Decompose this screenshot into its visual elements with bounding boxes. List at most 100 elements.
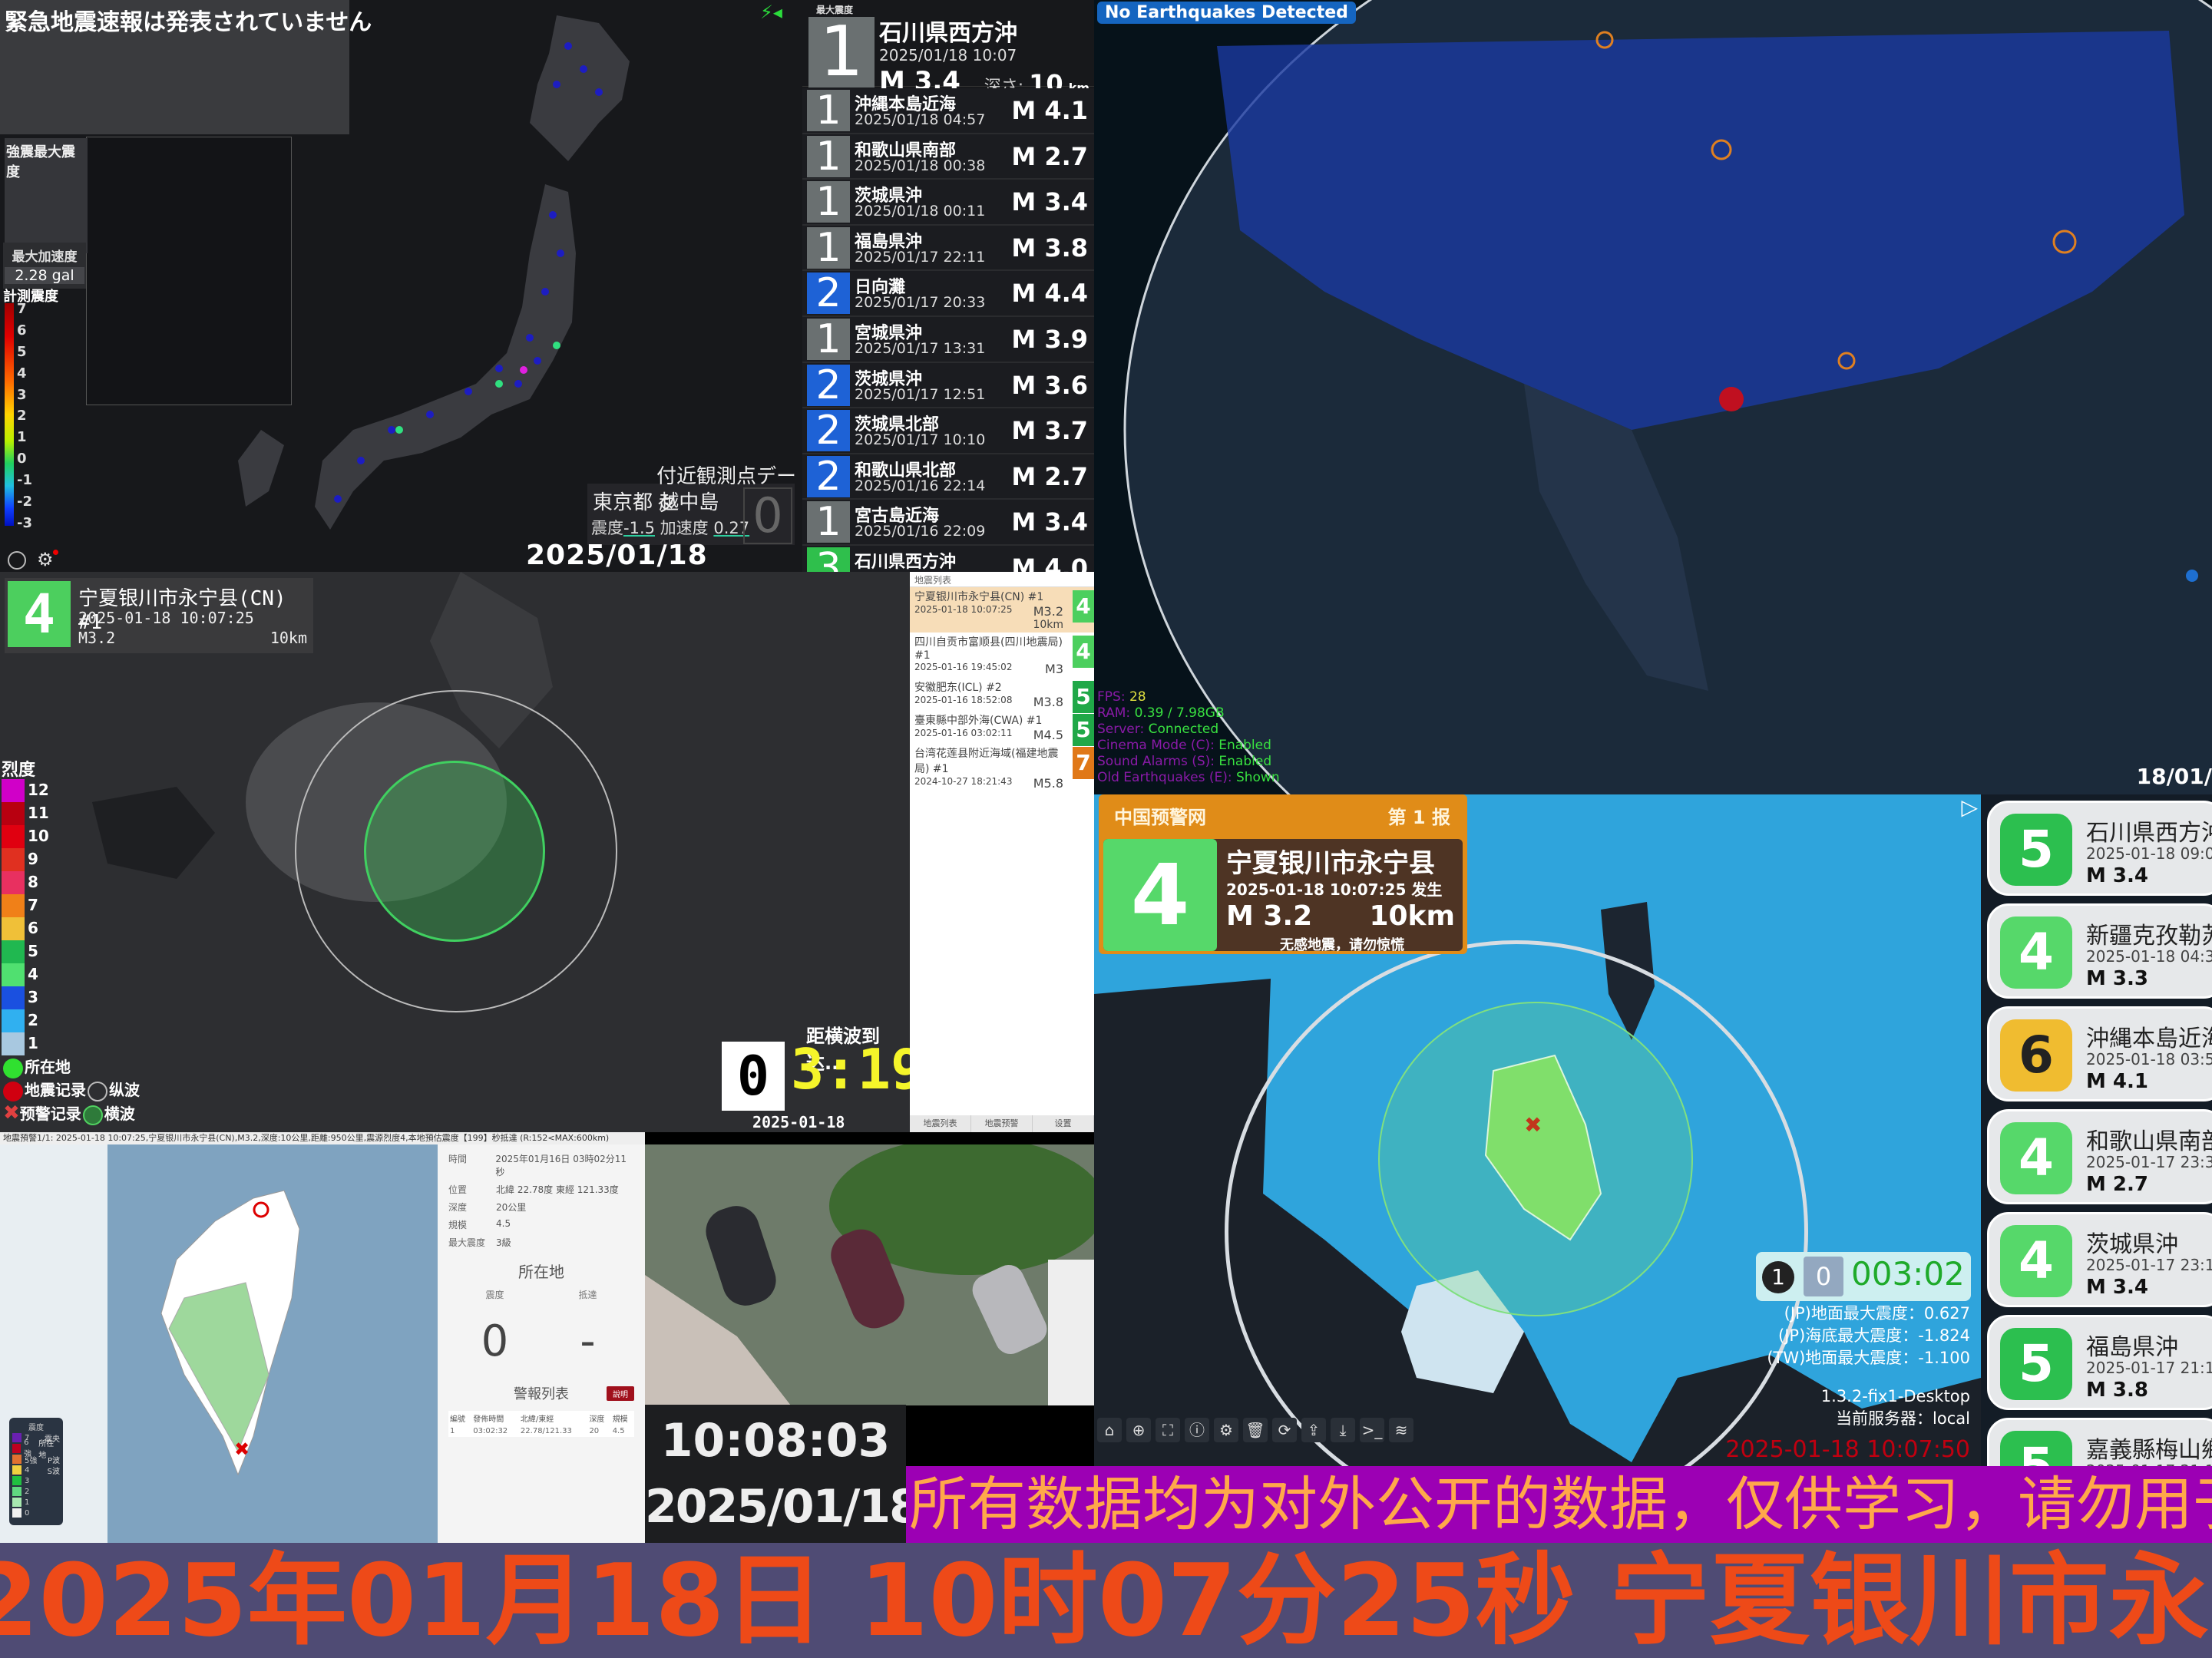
intensity-badge: 5 — [2000, 1328, 2072, 1400]
legend-level: 5 — [28, 942, 38, 960]
intensity-badge: 1 — [807, 135, 850, 177]
legend-swatch — [12, 1465, 21, 1475]
eew-magnitude: M 3.2 — [1226, 900, 1313, 932]
home-icon[interactable]: ⌂ — [1097, 1418, 1122, 1442]
gear-icon[interactable]: ⚙ — [37, 550, 58, 570]
detail-value: 3級 — [496, 1237, 511, 1248]
stat-value: Enabled — [1218, 738, 1271, 753]
column-header: 編號 — [450, 1415, 465, 1424]
table-cell: 4.5 — [612, 1427, 625, 1435]
max-acceleration-box: 最大加速度 2.28 gal — [3, 243, 86, 289]
quake-row[interactable]: 1 宮古島近海 2025/01/16 22:09 M 3.4 — [802, 500, 1094, 546]
trash-icon[interactable]: 🗑 — [1243, 1418, 1268, 1442]
eew-list-item[interactable]: 6 沖縄本島近海 2025-01-18 03:58 M 4.1 — [1987, 1006, 2212, 1101]
china-eew-map[interactable]: ✖ 中国预警网 第 1 报 4 宁夏银川市永宁县 2025-01-18 10:0… — [1094, 794, 1981, 1466]
quake-row[interactable]: 1 宮城県沖 2025/01/17 13:31 M 3.9 — [802, 316, 1094, 363]
quake-row[interactable]: 1 福島県沖 2025/01/17 22:11 M 3.8 — [802, 225, 1094, 272]
help-button[interactable]: 說明 — [607, 1386, 634, 1401]
table-cell: 22.78/121.33 — [520, 1427, 572, 1435]
stat-line: Old Earthquakes (E): Shown — [1097, 770, 1280, 786]
locate-icon[interactable]: ⊕ — [1126, 1418, 1151, 1442]
quake-row[interactable]: 1 沖縄本島近海 2025/01/18 04:57 M 4.1 — [802, 88, 1094, 134]
legend-level: 12 — [28, 781, 49, 799]
jp-quake-list: 最大震度 1 石川県西方沖 2025/01/18 10:07 M 3.4 深さ:… — [802, 0, 1094, 572]
detail-row: 位置 北緯 22.78度 東經 121.33度 — [448, 1183, 634, 1196]
legend-swatch — [12, 1498, 21, 1507]
server-info: 当前服务器：local — [1836, 1409, 1970, 1428]
key-quake-record: 地震记录 纵波 — [3, 1078, 140, 1101]
eew-list-item[interactable]: 4 茨城県沖 2025-01-17 23:11 M 3.4 — [1987, 1212, 2212, 1307]
detail-key: 時間 — [448, 1154, 468, 1164]
quake-name: 茨城県沖 — [2086, 1231, 2178, 1258]
quake-row[interactable]: 1 和歌山県南部 2025/01/18 00:38 M 2.7 — [802, 134, 1094, 180]
cn-quake-map[interactable]: 4 宁夏银川市永宁县(CN) #1 2025-01-18 10:07:25 M3… — [0, 572, 910, 1132]
scale-tick: -3 — [17, 514, 32, 531]
tab-0[interactable]: 地震列表 — [910, 1115, 971, 1132]
cn-quake-card[interactable]: 4 宁夏银川市永宁县(CN) #1 2025-01-18 10:07:25 M3… — [5, 578, 313, 653]
eew-list-item[interactable]: 5 福島県沖 2025-01-17 21:11 M 3.8 — [1987, 1315, 2212, 1410]
scale-tick: 2 — [17, 408, 27, 424]
eew-list-item[interactable]: 5嘉義縣梅山鄉2025-01-17 21:10 — [1987, 1418, 2212, 1466]
quake-row[interactable]: 1 茨城県沖 2025/01/18 00:11 M 3.4 — [802, 180, 1094, 226]
wind-icon[interactable]: ≋ — [1389, 1418, 1413, 1442]
max-acceleration-value: 2.28 gal — [5, 267, 84, 284]
eew-list-item[interactable]: 4 和歌山県南部 2025-01-17 23:38 M 2.7 — [1987, 1109, 2212, 1204]
stat-key: Cinema Mode (C): — [1097, 738, 1219, 753]
info-icon[interactable]: ⓘ — [1185, 1418, 1209, 1442]
fullscreen-icon[interactable]: ⛶ — [1156, 1418, 1180, 1442]
legend-level: 4 — [28, 965, 38, 983]
taiwan-map[interactable]: ✖ 震度 7 震央 6強 所在地 5強 P波 4 S波 3 2 1 0 — [0, 1144, 438, 1543]
detail-value: 2025年01月16日 03時02分11秒 — [495, 1154, 627, 1177]
quake-row[interactable]: 2 茨城県沖 2025/01/17 12:51 M 3.6 — [802, 362, 1094, 409]
quake-time: 2025-01-16 18:52:08 — [914, 695, 1013, 705]
table-row[interactable]: 1 03:02:32 22.78/121.33 20 4.5 — [448, 1425, 634, 1437]
quake-row[interactable]: 2 茨城県北部 2025/01/17 10:10 M 3.7 — [802, 408, 1094, 454]
quake-dot-icon — [3, 1081, 23, 1101]
quake-list-item[interactable]: 臺東縣中部外海(CWA) #1 2025-01-16 03:02:11 M4.5 5 — [910, 711, 1094, 746]
eew-list-item[interactable]: 4 新疆克孜勒苏 2025-01-18 04:38 M 3.3 — [1987, 903, 2212, 999]
quake-row[interactable]: 2 日向灘 2025/01/17 20:33 M 4.4 — [802, 271, 1094, 317]
intensity-badge: 5 — [2000, 1431, 2072, 1466]
quake-magnitude: M 3.7 — [1011, 416, 1088, 446]
scale-tick: 7 — [17, 301, 27, 317]
quake-meta: 2025-01-16 19:45:02 M3 — [914, 662, 1063, 676]
eew-card[interactable]: 中国预警网 第 1 报 4 宁夏银川市永宁县 2025-01-18 10:07:… — [1099, 794, 1467, 954]
gear-icon[interactable]: ⚙ — [1214, 1418, 1238, 1442]
table-cell: 03:02:32 — [473, 1427, 508, 1435]
upload-icon[interactable]: ⇪ — [1301, 1418, 1326, 1442]
eew-list-item[interactable]: 5 石川県西方沖 2025-01-18 09:07 M 3.4 — [1987, 801, 2212, 896]
tab-1[interactable]: 地震预警 — [971, 1115, 1033, 1132]
quake-name: 安徽肥东(ICL) #2 — [914, 682, 1002, 694]
latest-name: 石川県西方沖 — [879, 20, 1017, 47]
terminal-icon[interactable]: >_ — [1360, 1418, 1384, 1442]
quake-list-item[interactable]: 四川自贡市富顺县(四川地震局) #1 2025-01-16 19:45:02 M3 4 — [910, 632, 1094, 678]
tab-2[interactable]: 设置 — [1033, 1115, 1094, 1132]
refresh-icon[interactable]: ⟳ — [1272, 1418, 1297, 1442]
legend-row: 1 — [12, 1497, 60, 1508]
quake-time: 2025/01/17 10:10 — [855, 431, 986, 449]
quake-list-item[interactable]: 宁夏银川市永宁县(CN) #1 2025-01-18 10:07:25 M3.2 10… — [910, 587, 1094, 632]
legend-marker: S波 — [47, 1467, 60, 1476]
play-icon[interactable]: ▷ — [1961, 794, 1978, 820]
quake-list-item[interactable]: 台湾花莲县附近海域(福建地震局) #1 2024-10-27 18:21:43 M5… — [910, 744, 1094, 792]
quake-time: 2025/01/17 13:31 — [855, 339, 986, 357]
quake-list-item[interactable]: 安徽肥东(ICL) #2 2025-01-16 18:52:08 M3.8 5 — [910, 678, 1094, 713]
quake-name: 四川自贡市富顺县(四川地震局) #1 — [914, 636, 1063, 662]
stat-line: RAM: 0.39 / 7.98GB — [1097, 705, 1280, 722]
quake-row[interactable]: 2 和歌山県北部 2025/01/16 22:14 M 2.7 — [802, 454, 1094, 500]
quake-name: 新疆克孜勒苏 — [2086, 923, 2212, 950]
us-quake-map[interactable]: No Earthquakes Detected FPS: 28 RAM: 0.39… — [1094, 0, 2212, 794]
arrival-seconds: 抵達 - — [541, 1288, 634, 1366]
quake-magnitude: M 3.4 — [2086, 864, 2148, 887]
quake-magnitude: M 2.7 — [2086, 1173, 2148, 1196]
us-map[interactable] — [1094, 0, 2212, 794]
intensity-badge: 1 — [807, 90, 850, 131]
quake-row[interactable]: 3 石川県西方沖 M 4.0 — [802, 545, 1094, 572]
legend-swatch: 8 — [2, 871, 38, 894]
crosshair-icon[interactable] — [8, 551, 26, 570]
download-icon[interactable]: ⤓ — [1331, 1418, 1355, 1442]
latest-quake[interactable]: 1 石川県西方沖 2025/01/18 10:07 M 3.4 深さ: 10 k… — [802, 14, 1094, 98]
intensity-color-scale — [5, 303, 14, 526]
quake-magnitude: M 3.4 — [2086, 1276, 2148, 1299]
quake-magnitude: M5.8 — [1033, 776, 1063, 791]
